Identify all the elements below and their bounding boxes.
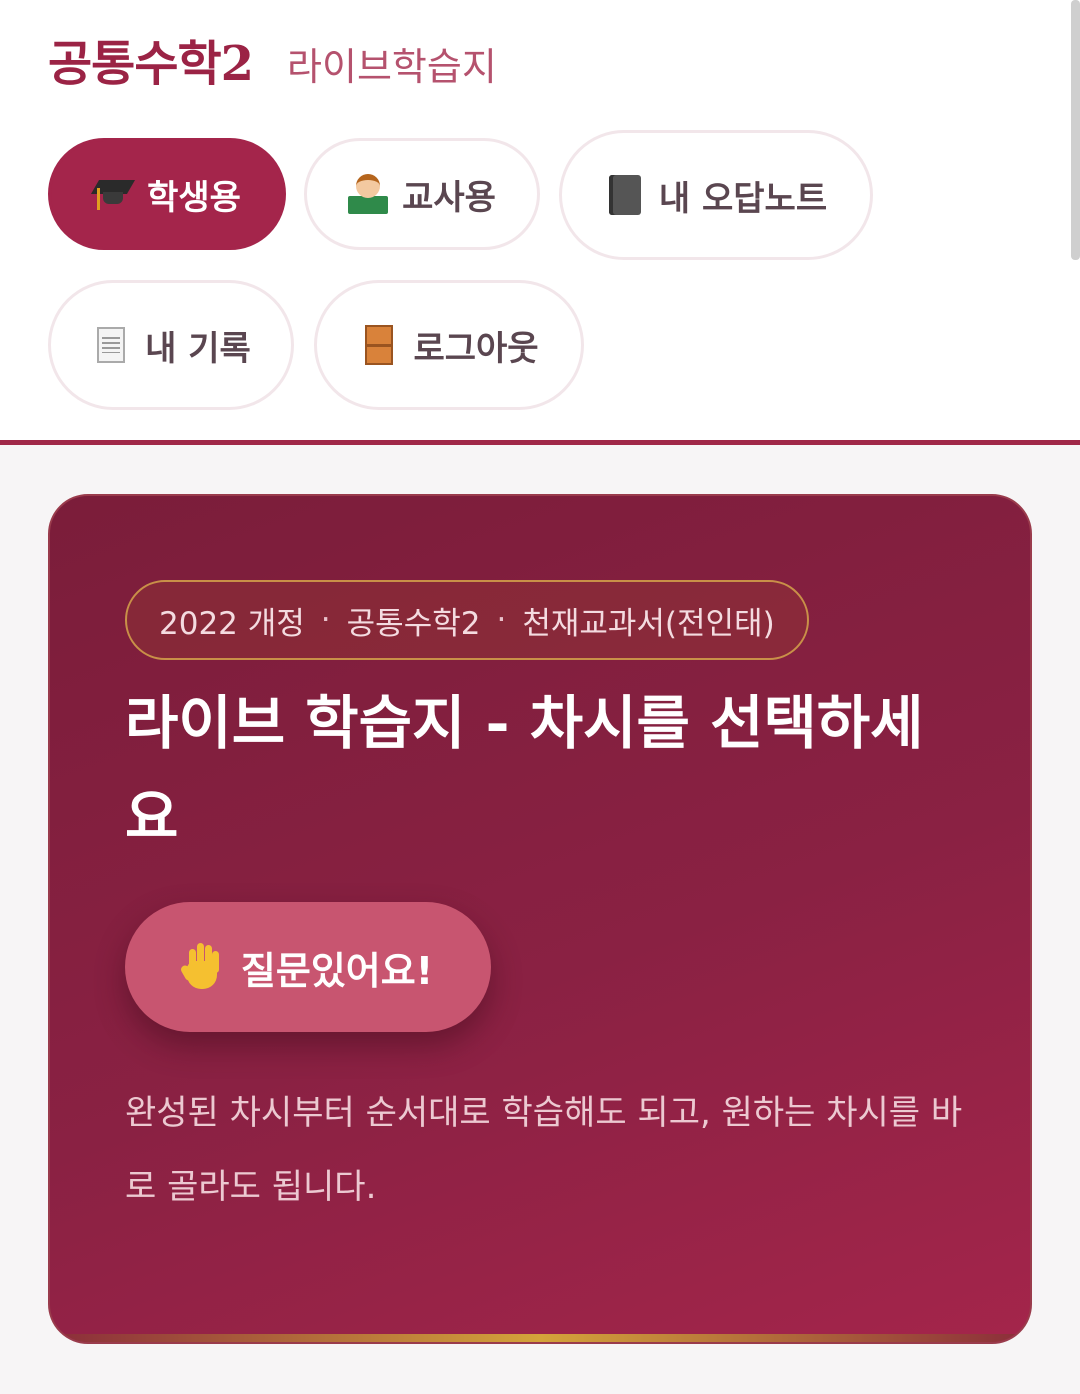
nav-my-records-label: 내 기록 (145, 328, 251, 369)
document-icon (91, 325, 131, 365)
curriculum-badge: 2022 개정 · 공통수학2 · 천재교과서(전인태) (125, 580, 809, 660)
nav-wrong-notes-button[interactable]: 내 오답노트 (559, 130, 873, 260)
nav-student-button[interactable]: 학생용 (48, 138, 286, 250)
badge-separator: · (320, 602, 331, 638)
nav-student-label: 학생용 (147, 177, 241, 218)
nav-teacher-button[interactable]: 교사용 (304, 138, 540, 250)
hero-description: 완성된 차시부터 순서대로 학습해도 되고, 원하는 차시를 바로 골라도 됩니… (125, 1093, 963, 1207)
brand: 공통수학2 라이브학습지 (48, 24, 497, 94)
hero-title: 라이브 학습지 - 차시를 선택하세요 (125, 689, 924, 851)
graduation-cap-icon (91, 174, 136, 214)
badge-subject: 공통수학2 (346, 605, 481, 642)
hero-card: 2022 개정 · 공통수학2 · 천재교과서(전인태) 라이브 학습지 - 차… (48, 494, 1032, 1344)
notebook-icon (605, 175, 645, 215)
scrollbar[interactable] (1071, 0, 1080, 260)
nav-logout-label: 로그아웃 (413, 328, 539, 369)
badge-publisher: 천재교과서(전인태) (522, 605, 775, 642)
nav-logout-button[interactable]: 로그아웃 (314, 280, 584, 410)
ask-question-button[interactable]: 질문있어요! (125, 902, 491, 1032)
nav-my-records-button[interactable]: 내 기록 (48, 280, 294, 410)
ask-question-label: 질문있어요! (240, 948, 434, 993)
app-header: 공통수학2 라이브학습지 학생용 교사용 내 오답노트 내 기록 로그아웃 (0, 0, 1080, 445)
page-title: 공통수학2 (48, 36, 254, 92)
door-icon (359, 325, 399, 365)
nav-wrong-notes-label: 내 오답노트 (658, 178, 828, 219)
nav-teacher-label: 교사용 (402, 177, 496, 218)
teacher-icon (348, 174, 389, 214)
card-accent-line (50, 1334, 1030, 1342)
badge-separator: · (496, 602, 507, 638)
page-subtitle: 라이브학습지 (287, 45, 497, 89)
raised-hand-icon (179, 943, 223, 991)
badge-curriculum: 2022 개정 (159, 605, 305, 642)
